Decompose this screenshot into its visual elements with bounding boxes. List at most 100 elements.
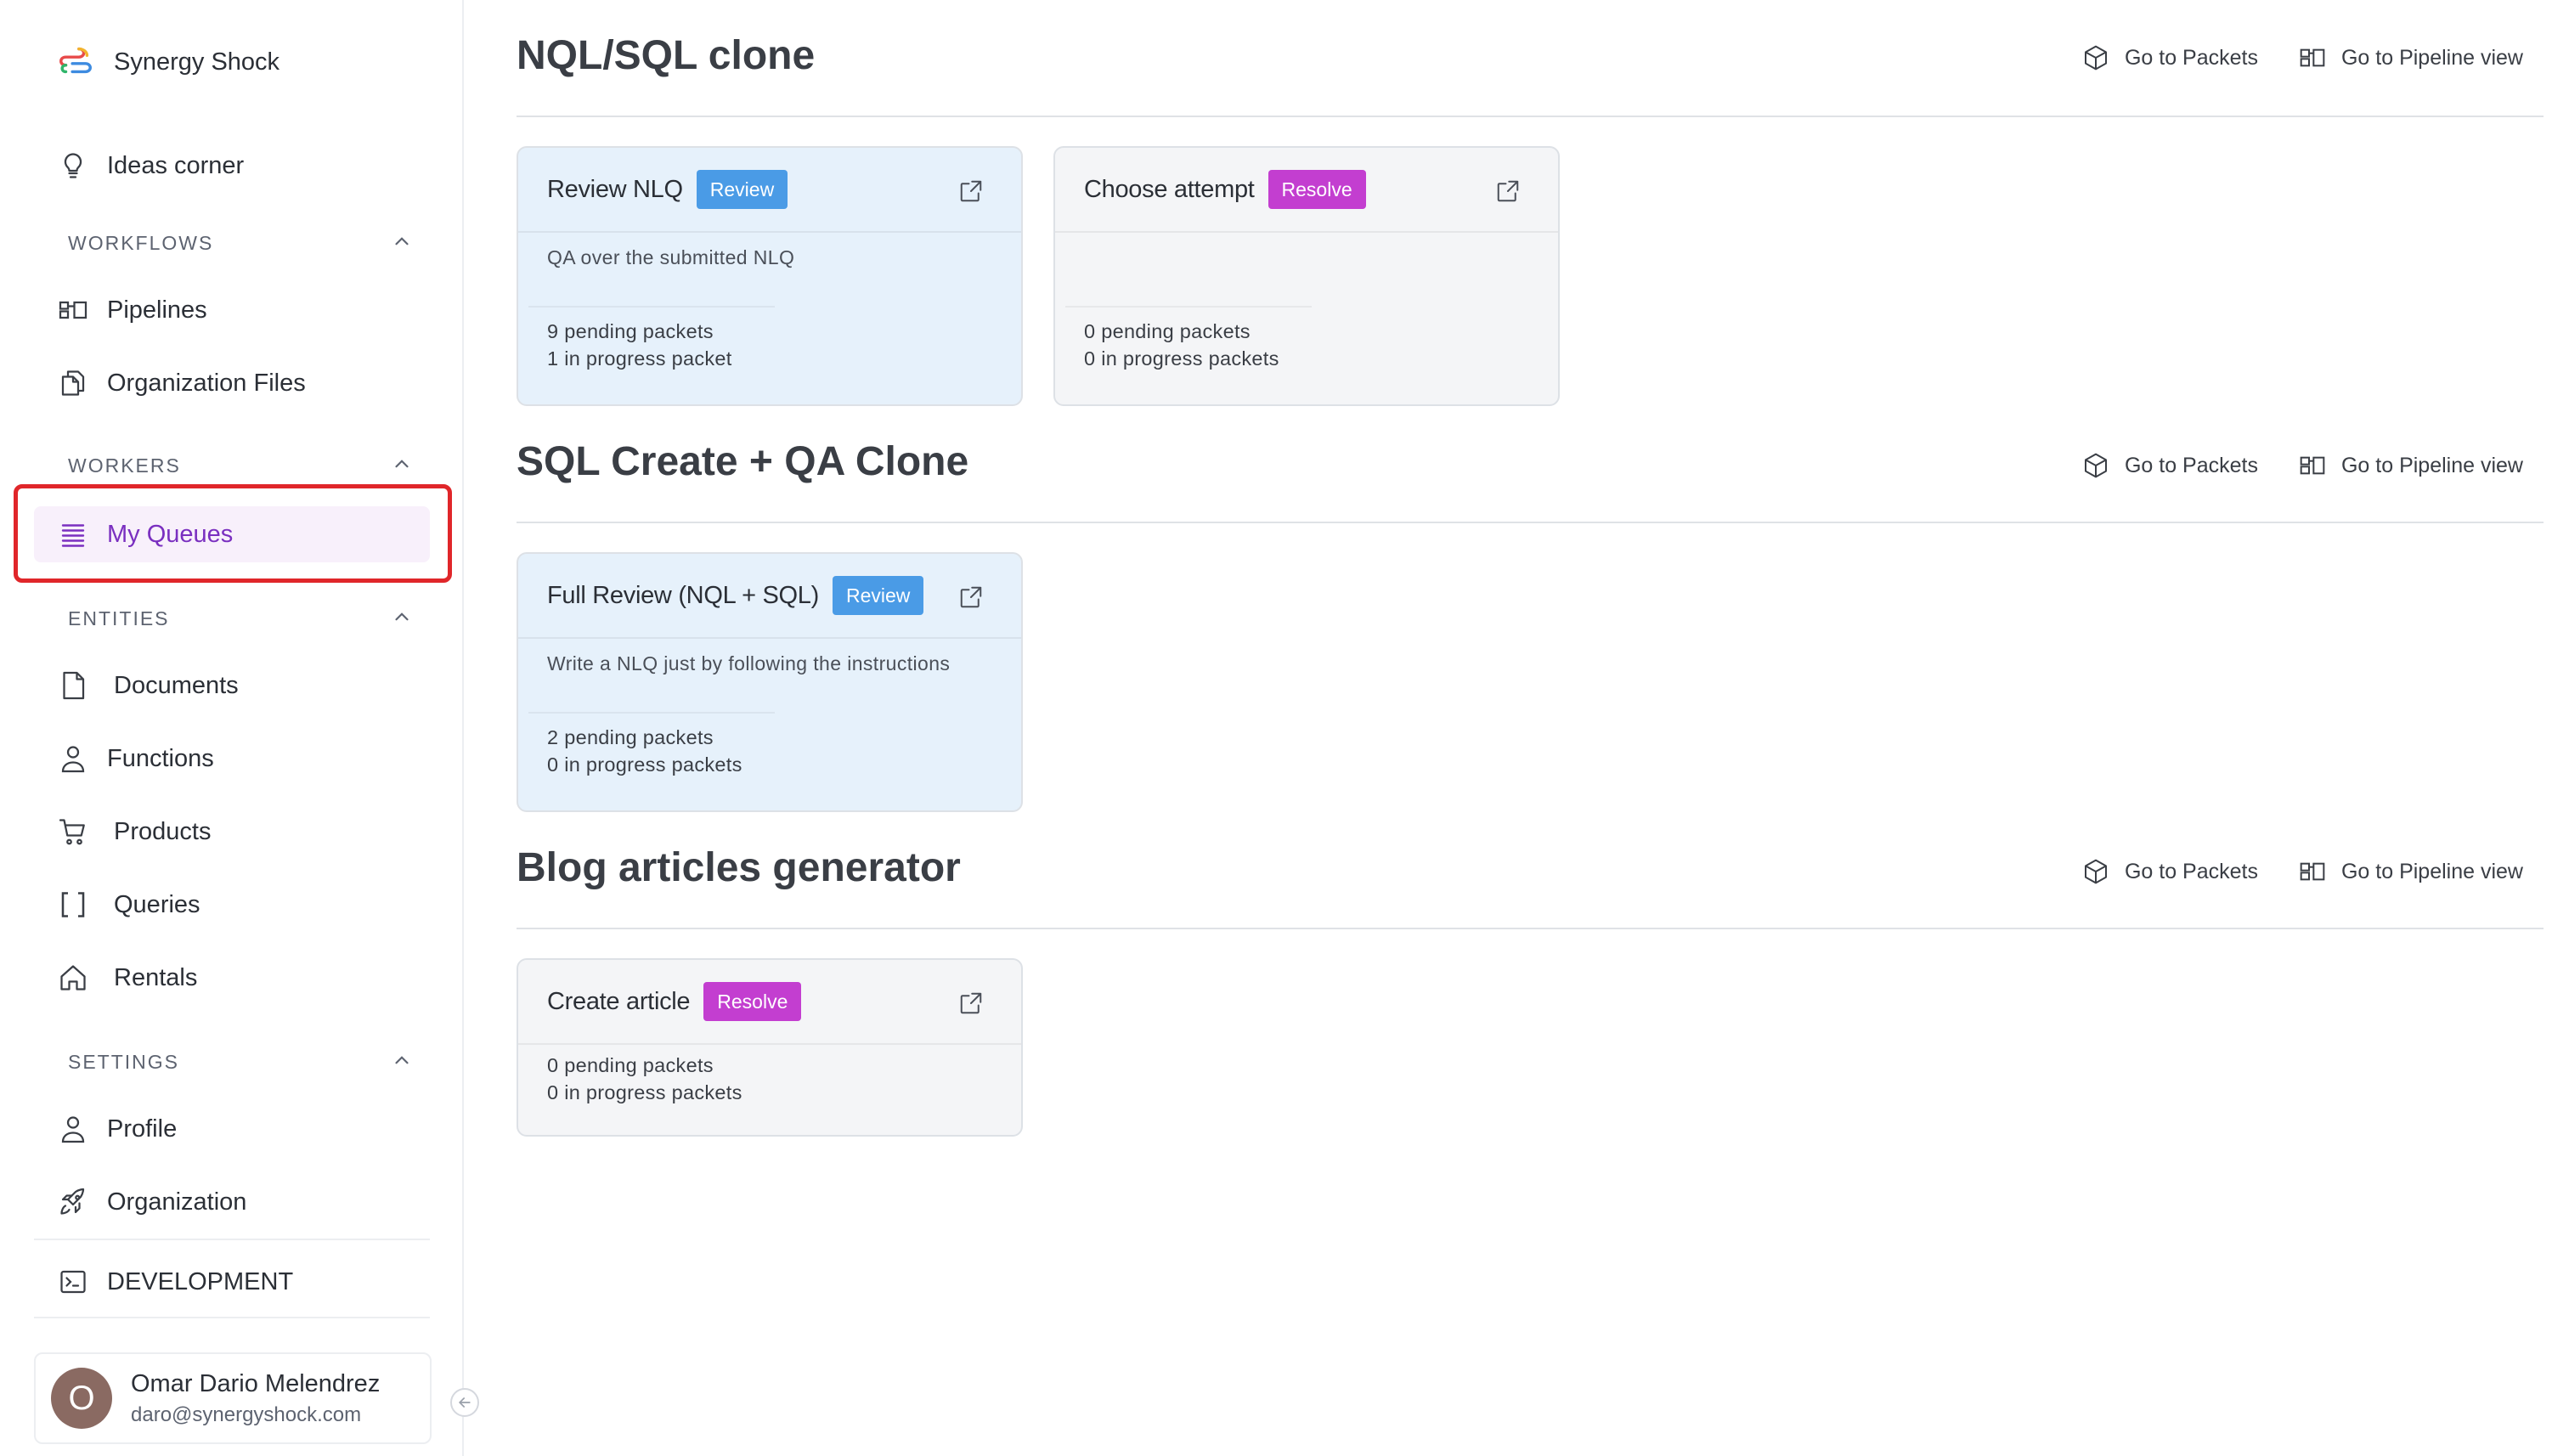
sidebar-item-profile[interactable]: Profile — [34, 1101, 430, 1157]
sidebar-item-organization-files[interactable]: Organization Files — [34, 355, 430, 411]
pending-packets-count: 2 pending packets — [547, 726, 714, 748]
chevron-up-icon[interactable] — [391, 230, 413, 257]
sidebar-item-my-queues[interactable]: My Queues — [34, 506, 430, 562]
queue-card[interactable]: Full Review (NQL + SQL) Review Write a N… — [517, 552, 1023, 812]
in-progress-packets-count: 0 in progress packets — [547, 1081, 742, 1103]
pipeline-icon — [56, 293, 90, 327]
review-badge: Review — [832, 576, 924, 615]
queue-card-title: Choose attempt — [1084, 175, 1255, 203]
pipeline-divider — [517, 928, 2544, 929]
collapse-sidebar-button[interactable] — [450, 1388, 479, 1417]
pipeline-icon — [2300, 862, 2325, 881]
sidebar-item-products[interactable]: Products — [34, 804, 430, 860]
go-to-packets-link[interactable]: Go to Packets — [2082, 452, 2258, 479]
in-progress-packets-count: 1 in progress packet — [547, 347, 732, 370]
files-icon — [56, 366, 90, 400]
sidebar-divider — [34, 1317, 430, 1318]
pending-packets-count: 0 pending packets — [1084, 320, 1251, 342]
pipeline-icon — [2300, 456, 2325, 475]
sidebar-item-label: Ideas corner — [107, 151, 245, 179]
lightbulb-icon — [56, 149, 90, 183]
resolve-badge: Resolve — [1268, 170, 1366, 209]
go-to-pipeline-view-link[interactable]: Go to Pipeline view — [2299, 44, 2523, 71]
pipeline-divider — [517, 116, 2544, 117]
queue-card-description: QA over the submitted NLQ — [547, 246, 795, 268]
go-to-pipeline-view-label: Go to Pipeline view — [2340, 45, 2523, 70]
external-link-icon[interactable] — [1495, 178, 1521, 204]
box-icon — [2084, 45, 2107, 71]
brand-name: Synergy Shock — [114, 48, 280, 76]
sidebar-item-rentals[interactable]: Rentals — [34, 950, 430, 1006]
user-profile-card[interactable]: O Omar Dario Melendrez daro@synergyshock… — [34, 1352, 432, 1444]
sidebar-item-label: Queries — [114, 890, 200, 918]
go-to-packets-link[interactable]: Go to Packets — [2082, 858, 2258, 885]
queue-card[interactable]: Create article Resolve 0 pending packets… — [517, 958, 1023, 1137]
sidebar-item-label: DEVELOPMENT — [107, 1267, 294, 1295]
go-to-pipeline-view-link[interactable]: Go to Pipeline view — [2299, 858, 2523, 885]
section-entities[interactable]: ENTITIES — [34, 600, 413, 637]
person-icon — [56, 1112, 90, 1146]
go-to-pipeline-view-label: Go to Pipeline view — [2340, 453, 2523, 477]
person-icon — [56, 742, 90, 776]
sidebar-item-label: Organization — [107, 1188, 247, 1216]
sidebar-item-functions[interactable]: Functions — [34, 731, 430, 787]
sidebar-item-label: Organization Files — [107, 369, 306, 397]
user-email: daro@synergyshock.com — [131, 1402, 362, 1426]
chevron-up-icon[interactable] — [391, 606, 413, 632]
user-name: Omar Dario Melendrez — [131, 1369, 381, 1397]
pipeline-title: NQL/SQL clone — [517, 33, 816, 78]
document-icon — [56, 669, 90, 703]
sidebar-item-queries[interactable]: Queries — [34, 877, 430, 933]
sidebar-item-development[interactable]: DEVELOPMENT — [34, 1254, 430, 1310]
box-icon — [2084, 453, 2107, 478]
sidebar-item-documents[interactable]: Documents — [34, 657, 430, 714]
pipeline-title: SQL Create + QA Clone — [517, 439, 969, 484]
go-to-pipeline-view-label: Go to Pipeline view — [2340, 859, 2523, 883]
pipeline-icon — [2300, 48, 2325, 67]
pipeline-actions: Go to Packets Go to Pipeline view — [2082, 452, 2523, 479]
sidebar-item-label: Profile — [107, 1115, 178, 1143]
queue-card-title: Review NLQ — [547, 175, 683, 203]
brackets-icon — [56, 888, 90, 922]
box-icon — [2084, 859, 2107, 884]
external-link-icon[interactable] — [958, 584, 984, 610]
pending-packets-count: 9 pending packets — [547, 320, 714, 342]
pipeline-actions: Go to Packets Go to Pipeline view — [2082, 858, 2523, 885]
section-workers[interactable]: WORKERS — [34, 447, 413, 484]
chevron-up-icon[interactable] — [391, 453, 413, 479]
sidebar-item-label: Functions — [107, 744, 214, 772]
avatar: O — [51, 1368, 112, 1429]
brand[interactable]: Synergy Shock — [56, 41, 279, 83]
in-progress-packets-count: 0 in progress packets — [547, 753, 742, 776]
section-title: WORKFLOWS — [68, 231, 214, 254]
external-link-icon[interactable] — [958, 178, 984, 204]
queue-card-title: Create article — [547, 987, 691, 1015]
main-content: NQL/SQL clone Go to Packets Go to Pipeli… — [517, 0, 2544, 1456]
section-title: ENTITIES — [68, 607, 170, 629]
go-to-pipeline-view-link[interactable]: Go to Pipeline view — [2299, 452, 2523, 479]
section-title: SETTINGS — [68, 1050, 180, 1073]
pending-packets-count: 0 pending packets — [547, 1054, 714, 1076]
sidebar-item-pipelines[interactable]: Pipelines — [34, 282, 430, 338]
sidebar-item-label: My Queues — [107, 520, 234, 548]
sidebar-item-organization[interactable]: Organization — [34, 1174, 430, 1230]
section-workflows[interactable]: WORKFLOWS — [34, 224, 413, 262]
go-to-packets-link[interactable]: Go to Packets — [2082, 44, 2258, 71]
go-to-packets-label: Go to Packets — [2124, 859, 2258, 883]
arrow-left-icon — [458, 1397, 471, 1408]
queue-card-title: Full Review (NQL + SQL) — [547, 581, 819, 609]
queue-card[interactable]: Review NLQ Review QA over the submitted … — [517, 146, 1023, 406]
section-settings[interactable]: SETTINGS — [34, 1043, 413, 1081]
queue-card[interactable]: Choose attempt Resolve 0 pending packets… — [1053, 146, 1560, 406]
external-link-icon[interactable] — [958, 990, 984, 1016]
sidebar-item-ideas-corner[interactable]: Ideas corner — [34, 138, 430, 194]
resolve-badge: Resolve — [703, 982, 802, 1021]
rocket-icon — [56, 1185, 90, 1219]
in-progress-packets-count: 0 in progress packets — [1084, 347, 1279, 370]
synergy-logo-icon — [56, 41, 95, 84]
queue-list-icon — [56, 517, 90, 551]
chevron-up-icon[interactable] — [391, 1049, 413, 1075]
terminal-icon — [56, 1265, 90, 1299]
home-icon — [56, 961, 90, 995]
pipeline-actions: Go to Packets Go to Pipeline view — [2082, 44, 2523, 71]
